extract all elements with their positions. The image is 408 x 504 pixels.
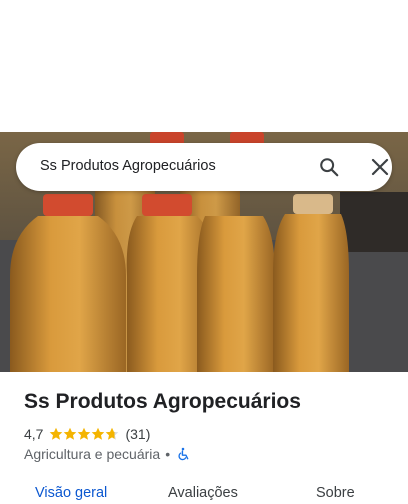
rating-row: 4,7 (31) [24,425,150,443]
search-query-text[interactable]: Ss Produtos Agropecuários [40,158,216,174]
star-icon [92,427,105,440]
tab-overview[interactable]: Visão geral [35,485,107,501]
star-icon [106,427,119,440]
separator-dot: • [165,446,171,462]
place-tabs: Visão geral Avaliações Sobre [0,480,408,504]
rating-value: 4,7 [24,426,44,442]
close-icon[interactable] [370,157,390,177]
wheelchair-icon[interactable] [176,447,190,461]
star-icon [64,427,77,440]
star-icon [50,427,63,440]
place-title: Ss Produtos Agropecuários [24,390,301,413]
star-icon [78,427,91,440]
review-count-link[interactable]: (31) [125,426,150,442]
search-bar[interactable]: Ss Produtos Agropecuários [16,143,392,191]
tab-reviews[interactable]: Avaliações [168,485,238,501]
search-icon[interactable] [318,156,340,178]
category-row: Agricultura e pecuária • [24,445,190,463]
star-rating [49,427,119,441]
place-category: Agricultura e pecuária [24,446,161,462]
tab-about[interactable]: Sobre [316,485,355,501]
